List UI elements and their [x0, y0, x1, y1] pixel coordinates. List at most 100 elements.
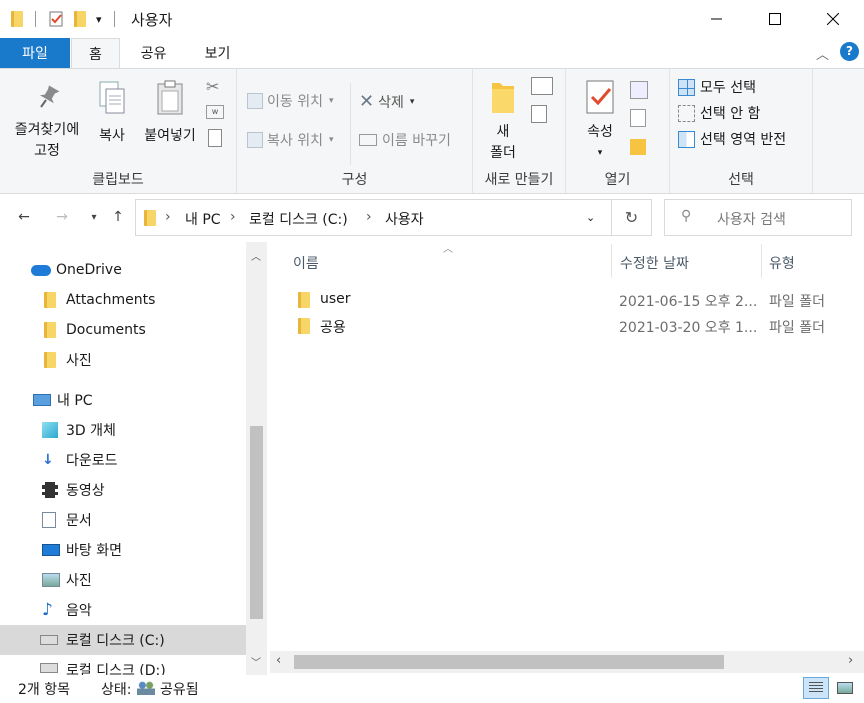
breadcrumb-this-pc[interactable]: 내 PC — [185, 209, 221, 229]
move-to-button[interactable]: 이동 위치 ▾ — [247, 91, 334, 111]
customize-qa-icon[interactable]: ▾ — [96, 13, 102, 26]
nav-label: 음악 — [66, 603, 92, 619]
address-dropdown-icon[interactable]: ⌄ — [586, 211, 595, 224]
copy-to-icon — [247, 132, 263, 148]
invert-selection-label: 선택 영역 반전 — [700, 132, 787, 148]
document-icon — [42, 512, 56, 528]
nav-item-videos[interactable]: 동영상 — [42, 475, 105, 505]
pin-label: 즐겨찾기에 고정 — [14, 122, 80, 159]
pin-to-quick-access-button[interactable]: 즐겨찾기에 고정 — [4, 83, 90, 162]
horizontal-scrollbar[interactable]: ‹ › — [270, 651, 864, 673]
new-group: 새 폴더 새로 만들기 — [473, 69, 566, 193]
properties-icon[interactable] — [48, 11, 64, 27]
nav-label: OneDrive — [56, 262, 122, 278]
select-all-button[interactable]: 모두 선택 — [678, 77, 756, 97]
tab-view[interactable]: 보기 — [190, 38, 245, 68]
tab-share[interactable]: 공유 — [126, 38, 181, 68]
ribbon: 즐겨찾기에 고정 복사 붙여넣기 ✂ w 클립보드 이동 위치 ▾ 복사 위치 … — [0, 68, 864, 194]
scroll-up-icon[interactable]: ︿ — [251, 248, 261, 263]
file-type: 파일 폴더 — [769, 320, 825, 336]
copy-to-button[interactable]: 복사 위치 ▾ — [247, 130, 334, 150]
tab-home[interactable]: 홈 — [71, 38, 120, 69]
delete-icon: ✕ — [359, 91, 375, 112]
maximize-button[interactable] — [746, 0, 804, 38]
scroll-left-icon[interactable]: ‹ — [276, 653, 281, 668]
history-icon[interactable] — [630, 139, 646, 155]
forward-button[interactable]: → — [50, 205, 74, 229]
column-header-date[interactable]: 수정한 날짜 — [620, 248, 689, 278]
table-row[interactable]: user 2021-06-15 오후 2... 파일 폴더 — [290, 287, 864, 313]
nav-item-local-disk-d[interactable]: 로컬 디스크 (D:) — [40, 655, 166, 675]
search-placeholder: 사용자 검색 — [717, 212, 786, 228]
nav-vertical-scrollbar[interactable]: ︿ ﹀ — [246, 242, 267, 675]
copy-to-label: 복사 위치 — [267, 133, 323, 149]
nav-item-3d-objects[interactable]: 3D 개체 — [42, 415, 116, 445]
rename-button[interactable]: 이름 바꾸기 — [359, 130, 451, 150]
select-none-button[interactable]: 선택 안 함 — [678, 103, 760, 123]
easy-access-icon[interactable] — [531, 105, 547, 123]
address-bar[interactable]: › 내 PC › 로컬 디스크 (C:) › 사용자 ⌄ — [135, 199, 612, 236]
minimize-button[interactable] — [688, 0, 746, 38]
cut-icon[interactable]: ✂ — [206, 77, 219, 96]
nav-label: 사진 — [66, 353, 92, 369]
new-item-icon[interactable] — [531, 77, 553, 95]
nav-label: 동영상 — [66, 483, 105, 499]
breadcrumb-users[interactable]: 사용자 — [385, 209, 424, 229]
nav-item-documents[interactable]: Documents — [44, 315, 146, 345]
collapse-ribbon-icon[interactable]: ︿ — [816, 44, 829, 63]
new-folder-button[interactable]: 새 폴더 — [487, 79, 519, 164]
table-row[interactable]: 공용 2021-03-20 오후 1... 파일 폴더 — [290, 313, 864, 339]
large-icons-view-button[interactable] — [832, 677, 858, 699]
nav-item-onedrive-pictures[interactable]: 사진 — [44, 345, 92, 375]
scroll-down-icon[interactable]: ﹀ — [251, 654, 261, 669]
search-box[interactable]: ⚲ 사용자 검색 — [664, 199, 852, 236]
nav-scroll-thumb[interactable] — [250, 426, 263, 619]
separator — [350, 83, 351, 165]
chevron-down-icon: ▾ — [597, 148, 603, 158]
nav-item-attachments[interactable]: Attachments — [44, 285, 155, 315]
column-separator[interactable] — [611, 244, 612, 278]
tab-file[interactable]: 파일 — [0, 38, 70, 68]
nav-item-desktop[interactable]: 바탕 화면 — [42, 535, 122, 565]
arrow-up-icon: ↑ — [112, 209, 124, 225]
nav-item-documents-folder[interactable]: 문서 — [42, 505, 92, 535]
refresh-button[interactable]: ↻ — [612, 199, 652, 236]
column-header-type[interactable]: 유형 — [769, 248, 795, 278]
select-none-icon — [678, 104, 695, 122]
rename-label: 이름 바꾸기 — [382, 133, 451, 149]
copy-button[interactable]: 복사 — [92, 79, 132, 147]
recent-locations-button[interactable]: ▾ — [82, 205, 106, 229]
close-button[interactable] — [804, 0, 862, 38]
nav-item-local-disk-c[interactable]: 로컬 디스크 (C:) — [40, 625, 165, 655]
horizontal-scroll-thumb[interactable] — [294, 655, 724, 669]
new-folder-icon[interactable] — [74, 11, 86, 27]
refresh-icon: ↻ — [624, 208, 639, 227]
chevron-right-icon: › — [230, 209, 236, 225]
properties-button[interactable]: 속성 ▾ — [580, 79, 620, 164]
nav-item-this-pc[interactable]: 내 PC — [33, 385, 93, 415]
copy-path-icon[interactable]: w — [206, 105, 224, 119]
nav-item-music[interactable]: ♪ 음악 — [42, 595, 92, 625]
column-header-name[interactable]: 이름 — [293, 248, 319, 278]
scroll-right-icon[interactable]: › — [848, 653, 853, 668]
nav-item-onedrive[interactable]: OneDrive — [31, 255, 122, 285]
nav-label: Attachments — [66, 292, 156, 308]
nav-item-pictures[interactable]: 사진 — [42, 565, 92, 595]
folder-icon — [44, 292, 56, 308]
paste-shortcut-icon[interactable] — [208, 129, 222, 147]
up-button[interactable]: ↑ — [106, 205, 130, 229]
column-separator[interactable] — [761, 244, 762, 278]
back-button[interactable]: ← — [12, 205, 36, 229]
details-view-button[interactable] — [803, 677, 829, 699]
invert-selection-button[interactable]: 선택 영역 반전 — [678, 129, 786, 149]
folder-icon — [298, 292, 310, 308]
paste-button[interactable]: 붙여넣기 — [138, 79, 202, 147]
help-icon[interactable]: ? — [840, 42, 859, 61]
open-icon[interactable] — [630, 81, 648, 99]
nav-item-downloads[interactable]: ↓ 다운로드 — [42, 445, 118, 475]
organize-group-label: 구성 — [341, 172, 368, 188]
edit-icon[interactable] — [630, 109, 646, 127]
breadcrumb-local-disk-c[interactable]: 로컬 디스크 (C:) — [249, 209, 348, 229]
title-bar: ▾ 사용자 — [0, 0, 864, 38]
delete-button[interactable]: ✕ 삭제 ▾ — [359, 91, 414, 112]
